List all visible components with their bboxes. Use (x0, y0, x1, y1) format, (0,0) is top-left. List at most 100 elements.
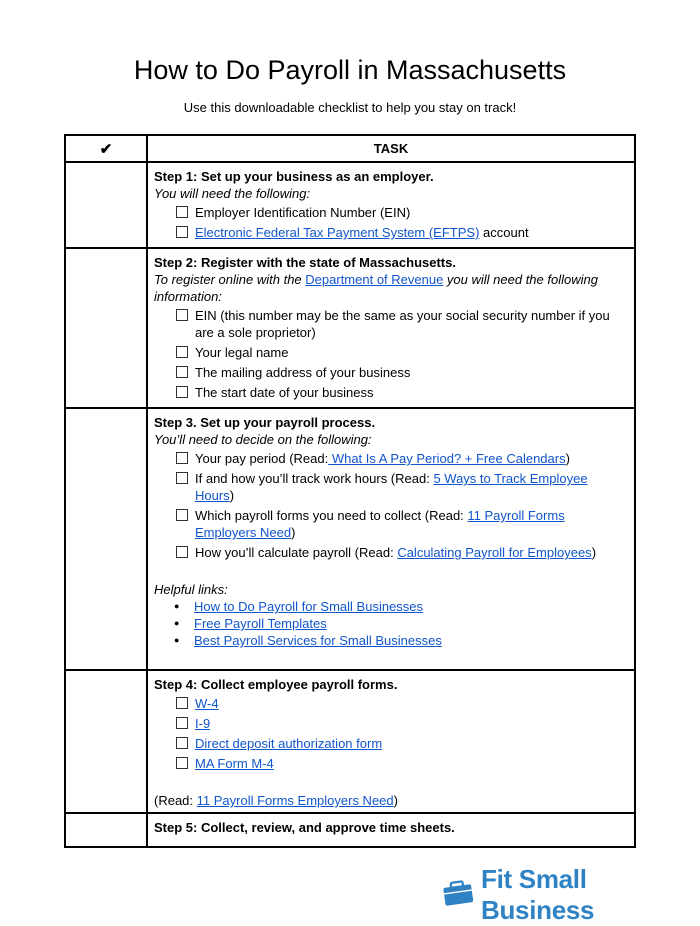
checkbox-list: W-4 I-9 Direct deposit authorization for… (154, 695, 628, 772)
task-cell: Step 3. Set up your payroll process. You… (146, 407, 636, 671)
checkbox-list: Employer Identification Number (EIN) Ele… (154, 204, 628, 241)
step-title: Step 1: Set up your business as an emplo… (154, 169, 434, 184)
page-title: How to Do Payroll in Massachusetts (133, 55, 567, 85)
list-item: If and how you’ll track work hours (Read… (154, 470, 628, 504)
checkbox-list: Your pay period (Read: What Is A Pay Per… (154, 450, 628, 561)
fit-small-business-logo: Fit Small Business (441, 864, 700, 926)
step-intro: You will need the following: (154, 186, 311, 201)
pay-period-link[interactable]: What Is A Pay Period? + Free Calendars (328, 451, 566, 466)
item-text: ) (229, 488, 235, 503)
item-text: EIN (this number may be the same as your… (195, 308, 610, 340)
list-item: Best Payroll Services for Small Business… (154, 632, 628, 649)
w4-link[interactable]: W-4 (195, 696, 219, 711)
item-text: How you’ll calculate payroll (Read: (195, 545, 398, 560)
step-title: Step 4: Collect employee payroll forms. (154, 677, 398, 692)
item-text: Which payroll forms you need to collect … (195, 508, 468, 523)
checklist-table: ✔ TASK Step 1: Set up your business as a… (64, 134, 636, 848)
task-cell: Step 4: Collect employee payroll forms. … (146, 669, 636, 814)
payroll-forms-link[interactable]: 11 Payroll Forms Employers Need (197, 793, 394, 808)
item-text: ) (591, 545, 597, 560)
calculating-payroll-link[interactable]: Calculating Payroll for Employees (397, 545, 591, 560)
department-of-revenue-link[interactable]: Department of Revenue (305, 272, 443, 287)
step-title: Step 3. Set up your payroll process. (154, 415, 376, 430)
helpful-link[interactable]: Free Payroll Templates (194, 616, 327, 631)
list-item: How to Do Payroll for Small Businesses (154, 598, 628, 615)
item-text: If and how you’ll track work hours (Read… (195, 471, 434, 486)
check-cell[interactable] (64, 407, 148, 671)
page-subtitle: Use this downloadable checklist to help … (183, 100, 517, 115)
check-cell[interactable] (64, 669, 148, 814)
checkbox[interactable] (176, 717, 188, 729)
ma-form-m4-link[interactable]: MA Form M-4 (195, 756, 274, 771)
table-row: Step 3. Set up your payroll process. You… (64, 407, 636, 671)
list-item: Your pay period (Read: What Is A Pay Per… (154, 450, 628, 467)
list-item: MA Form M-4 (154, 755, 628, 772)
intro-text: To register online with the (154, 272, 306, 287)
item-text: Your pay period (Read: (195, 451, 329, 466)
table-row: Step 5: Collect, review, and approve tim… (64, 812, 636, 848)
step-intro: To register online with the Department o… (154, 271, 628, 305)
list-item: Free Payroll Templates (154, 615, 628, 632)
briefcase-icon (441, 879, 475, 912)
i9-link[interactable]: I-9 (195, 716, 210, 731)
table-header-row: ✔ TASK (64, 134, 636, 163)
check-cell[interactable] (64, 161, 148, 249)
item-text: Your legal name (195, 345, 289, 360)
helpful-link[interactable]: How to Do Payroll for Small Businesses (194, 599, 423, 614)
checkbox[interactable] (176, 737, 188, 749)
item-text: ) (565, 451, 570, 466)
task-column-header: TASK (146, 134, 636, 163)
checkbox[interactable] (176, 697, 188, 709)
checkbox[interactable] (176, 309, 188, 321)
list-item: Your legal name (154, 344, 628, 361)
list-item: EIN (this number may be the same as your… (154, 307, 628, 341)
checkbox[interactable] (176, 386, 188, 398)
table-row: Step 4: Collect employee payroll forms. … (64, 669, 636, 814)
read-text: (Read: (154, 793, 197, 808)
list-item: W-4 (154, 695, 628, 712)
task-cell: Step 5: Collect, review, and approve tim… (146, 812, 636, 848)
step-title: Step 5: Collect, review, and approve tim… (154, 820, 455, 835)
checkbox[interactable] (176, 757, 188, 769)
step-title: Step 2: Register with the state of Massa… (154, 255, 456, 270)
check-cell[interactable] (64, 812, 148, 848)
item-text: ) (291, 525, 296, 540)
checkbox[interactable] (176, 226, 188, 238)
helpful-links-list: How to Do Payroll for Small Businesses F… (154, 598, 628, 649)
list-item: The mailing address of your business (154, 364, 628, 381)
read-text: ) (393, 793, 398, 808)
item-text: account (479, 225, 529, 240)
list-item: How you’ll calculate payroll (Read: Calc… (154, 544, 628, 561)
list-item: Direct deposit authorization form (154, 735, 628, 752)
eftps-link[interactable]: Electronic Federal Tax Payment System (E… (195, 225, 479, 240)
list-item: The start date of your business (154, 384, 628, 401)
checkbox[interactable] (176, 472, 188, 484)
check-column-header: ✔ (64, 134, 148, 163)
logo-text: Fit Small Business (481, 864, 595, 925)
checkbox[interactable] (176, 452, 188, 464)
item-text: Employer Identification Number (EIN) (195, 205, 411, 220)
list-item: Employer Identification Number (EIN) (154, 204, 628, 221)
task-cell: Step 2: Register with the state of Massa… (146, 247, 636, 409)
checkbox-list: EIN (this number may be the same as your… (154, 307, 628, 401)
item-text: The start date of your business (195, 385, 374, 400)
table-row: Step 2: Register with the state of Massa… (64, 247, 636, 409)
item-text: The mailing address of your business (195, 365, 411, 380)
check-cell[interactable] (64, 247, 148, 409)
task-cell: Step 1: Set up your business as an emplo… (146, 161, 636, 249)
checkbox[interactable] (176, 366, 188, 378)
step-intro: You’ll need to decide on the following: (154, 432, 372, 447)
helpful-link[interactable]: Best Payroll Services for Small Business… (194, 633, 442, 648)
checkbox[interactable] (176, 509, 188, 521)
checkbox[interactable] (176, 346, 188, 358)
read-more: (Read: 11 Payroll Forms Employers Need) (154, 792, 628, 809)
checkbox[interactable] (176, 206, 188, 218)
list-item: Which payroll forms you need to collect … (154, 507, 628, 541)
table-row: Step 1: Set up your business as an emplo… (64, 161, 636, 249)
checkbox[interactable] (176, 546, 188, 558)
list-item: I-9 (154, 715, 628, 732)
direct-deposit-link[interactable]: Direct deposit authorization form (195, 736, 382, 751)
